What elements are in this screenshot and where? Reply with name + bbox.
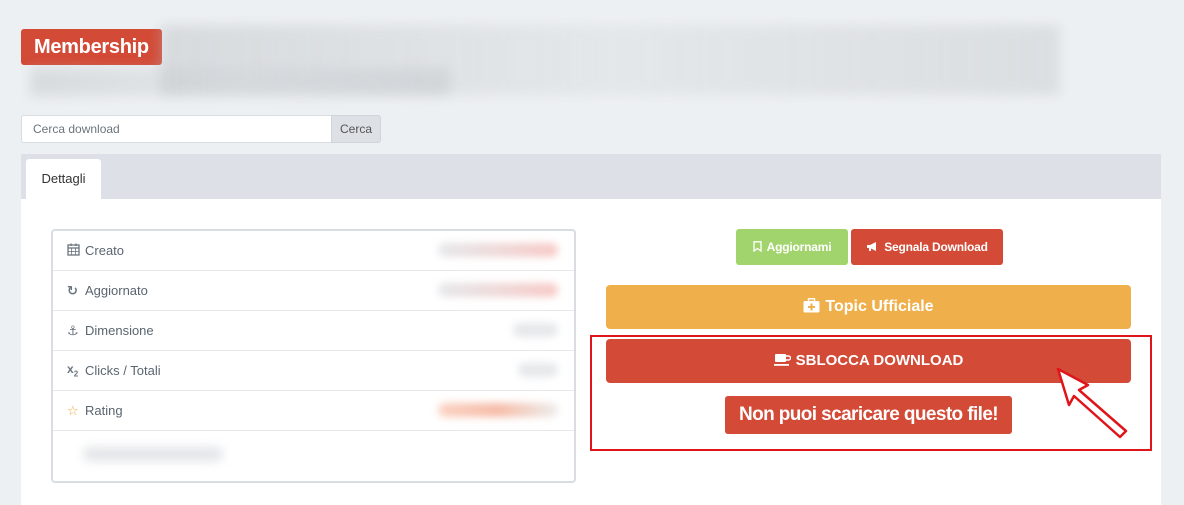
blurred-rating [438, 403, 558, 417]
calendar-icon [67, 243, 83, 259]
detail-row-rating: ☆ Rating [53, 391, 574, 431]
detail-label: Rating [85, 403, 123, 418]
blurred-footer-text [83, 447, 223, 461]
topic-ufficiale-button[interactable]: Topic Ufficiale [606, 285, 1131, 329]
megaphone-icon [866, 229, 879, 265]
bookmark-icon [753, 229, 762, 265]
search-input[interactable] [21, 115, 331, 143]
subscript-icon: x2 [67, 362, 79, 379]
aggiornami-label: Aggiornami [766, 240, 832, 254]
refresh-icon: ↻ [67, 282, 78, 298]
topic-label: Topic Ufficiale [825, 298, 934, 315]
membership-badge: Membership [21, 29, 162, 65]
tab-bar: Dettagli [21, 154, 1161, 199]
search-button[interactable]: Cerca [331, 115, 381, 143]
detail-row-creato: Creato [53, 231, 574, 271]
blurred-page-title-line2 [30, 68, 450, 96]
detail-label: Clicks / Totali [85, 363, 161, 378]
tab-dettagli[interactable]: Dettagli [26, 159, 101, 199]
detail-row-dimensione: ⚓ Dimensione [53, 311, 574, 351]
detail-row-clicks: x2 Clicks / Totali [53, 351, 574, 391]
anchor-icon: ⚓ [67, 322, 79, 338]
detail-row-aggiornato: ↻ Aggiornato [53, 271, 574, 311]
details-card: Creato ↻ Aggiornato ⚓ Dimensione x2 Clic… [51, 229, 576, 483]
page: Membership Cerca Dettagli Creato ↻ Aggio… [0, 0, 1184, 505]
download-warning: Non puoi scaricare questo file! [725, 396, 1012, 434]
pointer-arrow-icon [1056, 367, 1128, 439]
search-bar: Cerca [21, 115, 381, 143]
segnala-download-button[interactable]: Segnala Download [851, 229, 1003, 265]
segnala-label: Segnala Download [884, 240, 988, 254]
star-icon: ☆ [67, 402, 79, 418]
blurred-value [438, 283, 558, 297]
detail-label: Aggiornato [85, 283, 148, 298]
medkit-icon [803, 285, 820, 329]
detail-label: Dimensione [85, 323, 154, 338]
detail-label: Creato [85, 243, 125, 258]
aggiornami-button[interactable]: Aggiornami [736, 229, 848, 265]
blurred-value [518, 363, 558, 377]
blurred-value [513, 323, 558, 337]
blurred-value [438, 243, 558, 257]
